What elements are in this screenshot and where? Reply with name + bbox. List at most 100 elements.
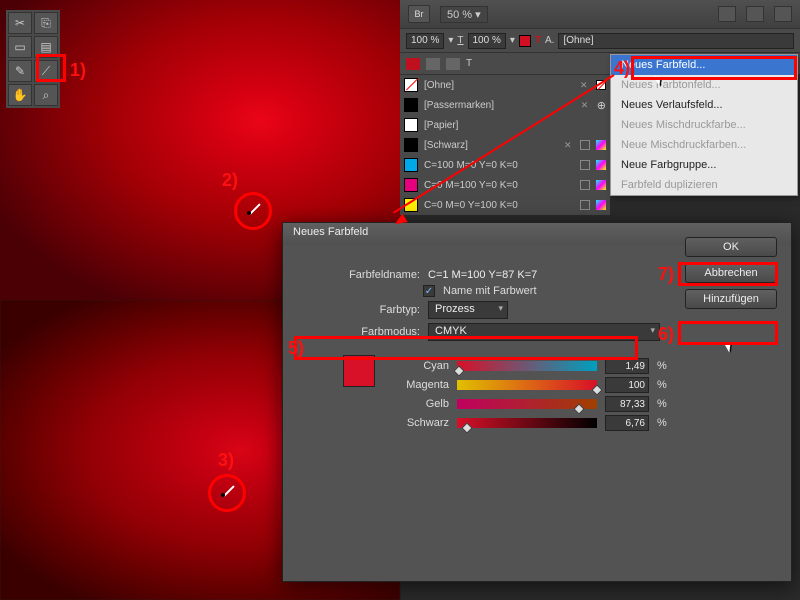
swatch-row-none[interactable]: [Ohne] <box>400 75 610 95</box>
rectangle-frame-tool[interactable]: ▭ <box>8 36 32 58</box>
dialog-buttons: OK Abbrechen Hinzufügen <box>685 237 777 309</box>
slider-thumb[interactable] <box>591 384 602 395</box>
swatches-flyout-menu: Neues Farbfeld... Neues Farbtonfeld... N… <box>610 54 798 196</box>
cyan-slider[interactable] <box>457 361 597 371</box>
black-value-field[interactable] <box>605 415 649 431</box>
menu-item-new-swatch[interactable]: Neues Farbfeld... <box>611 55 797 75</box>
slider-thumb[interactable] <box>461 422 472 433</box>
zoom-level[interactable]: 50 % ▾ <box>440 6 488 23</box>
swatch-label: C=100 M=0 Y=0 K=0 <box>424 160 574 171</box>
fill-proxy-icon[interactable] <box>406 58 420 70</box>
black-slider[interactable] <box>457 418 597 428</box>
black-swatch-icon <box>404 138 418 152</box>
gradient-swatch-tool[interactable]: ▤ <box>34 36 58 58</box>
swatch-row-cyan[interactable]: C=100 M=0 Y=0 K=0 <box>400 155 610 175</box>
t-underline-icon: T <box>457 35 463 46</box>
cyan-value-field[interactable] <box>605 358 649 374</box>
char-a-label: A. <box>545 35 554 46</box>
swatch-label: C=0 M=0 Y=100 K=0 <box>424 200 574 211</box>
cancel-button[interactable]: Abbrechen <box>685 263 777 283</box>
menu-item-new-mixed-ink[interactable]: Neues Mischdruckfarbe... <box>611 115 797 135</box>
slider-thumb[interactable] <box>453 365 464 376</box>
slider-thumb[interactable] <box>573 403 584 414</box>
name-with-value-checkbox[interactable]: ✓ <box>423 285 435 297</box>
menu-item-new-color-group[interactable]: Neue Farbgruppe... <box>611 155 797 175</box>
callout-label-7: 7) <box>658 264 674 285</box>
name-label: Farbfeldname: <box>325 269 420 281</box>
process-type-icon <box>580 180 590 190</box>
magenta-slider[interactable] <box>457 380 597 390</box>
paper-swatch-icon <box>404 118 418 132</box>
container-icon[interactable] <box>446 58 460 70</box>
yellow-slider[interactable] <box>457 399 597 409</box>
callout-label-3: 3) <box>218 450 234 471</box>
menu-item-new-gradient-swatch[interactable]: Neues Verlaufsfeld... <box>611 95 797 115</box>
percent-label: % <box>657 360 667 372</box>
eyedropper-cursor-sample-1 <box>248 202 262 216</box>
char-style-field[interactable]: [Ohne] <box>558 33 794 49</box>
process-type-icon <box>580 140 590 150</box>
text-proxy-icon[interactable]: T <box>466 58 472 69</box>
swatch-row-paper[interactable]: [Papier] <box>400 115 610 135</box>
swatch-row-magenta[interactable]: C=0 M=100 Y=0 K=0 <box>400 175 610 195</box>
stroke-proxy-icon[interactable] <box>426 58 440 70</box>
name-with-value-label: Name mit Farbwert <box>443 285 537 297</box>
yellow-label: Gelb <box>389 398 449 410</box>
eyedropper-tool[interactable]: ⟋ <box>34 60 58 82</box>
callout-label-4: 4) <box>614 58 630 79</box>
tools-palette: ✂ ⎘ ▭ ▤ ✎ ⟋ ✋ ⌕ <box>6 10 60 108</box>
registration-mark-icon: ⊕ <box>597 99 606 112</box>
swatch-row-yellow[interactable]: C=0 M=0 Y=100 K=0 <box>400 195 610 215</box>
color-mode-label: Farbmodus: <box>333 326 420 338</box>
chevron-down-icon[interactable]: ▾ <box>510 35 515 46</box>
scissors-tool[interactable]: ✂ <box>8 12 32 34</box>
view-options-icon[interactable] <box>718 6 736 22</box>
eyedropper-cursor-sample-2 <box>222 484 236 498</box>
percent-label: % <box>657 417 667 429</box>
swatch-label: [Schwarz] <box>424 140 558 151</box>
menu-item-duplicate-swatch[interactable]: Farbfeld duplizieren <box>611 175 797 195</box>
none-swatch-icon <box>404 78 418 92</box>
menu-item-new-mixed-ink-group[interactable]: Neue Mischdruckfarben... <box>611 135 797 155</box>
menu-item-new-tint-swatch[interactable]: Neues Farbtonfeld... <box>611 75 797 95</box>
chevron-down-icon: ▾ <box>475 9 481 21</box>
zoom-tool[interactable]: ⌕ <box>34 84 58 106</box>
horizontal-scale-field[interactable]: 100 % <box>406 33 444 49</box>
callout-label-5: 5) <box>288 338 304 359</box>
arrange-icon[interactable] <box>774 6 792 22</box>
lock-icon <box>564 140 574 150</box>
zoom-value: 50 % <box>447 9 472 21</box>
callout-label-2: 2) <box>222 170 238 191</box>
app-toolbar: Br 50 % ▾ <box>400 0 800 28</box>
percent-label: % <box>657 379 667 391</box>
hand-tool[interactable]: ✋ <box>8 84 32 106</box>
yellow-value-field[interactable] <box>605 396 649 412</box>
ok-button[interactable]: OK <box>685 237 777 257</box>
swatch-label: [Passermarken] <box>424 100 575 111</box>
black-label: Schwarz <box>389 417 449 429</box>
swatch-name-value: C=1 M=100 Y=87 K=7 <box>428 269 537 281</box>
swatch-row-black[interactable]: [Schwarz] <box>400 135 610 155</box>
character-formatting-row: 100 % ▾ T 100 % ▾ T A. [Ohne] <box>400 28 800 52</box>
add-button[interactable]: Hinzufügen <box>685 289 777 309</box>
cyan-label: Cyan <box>389 360 449 372</box>
color-preview-swatch <box>343 355 375 387</box>
t-fill-icon: T <box>535 35 541 46</box>
magenta-label: Magenta <box>389 379 449 391</box>
bridge-button[interactable]: Br <box>408 5 430 23</box>
color-mode-dropdown[interactable]: CMYK <box>428 323 660 341</box>
cmyk-mode-icon <box>596 200 606 210</box>
cmyk-mode-icon <box>596 160 606 170</box>
free-transform-tool[interactable]: ⎘ <box>34 12 58 34</box>
new-swatch-dialog: Neues Farbfeld Farbfeldname: C=1 M=100 Y… <box>282 222 792 582</box>
note-tool[interactable]: ✎ <box>8 60 32 82</box>
chevron-down-icon[interactable]: ▾ <box>448 35 453 46</box>
process-type-icon <box>580 200 590 210</box>
magenta-value-field[interactable] <box>605 377 649 393</box>
lock-icon <box>581 100 591 110</box>
color-type-dropdown[interactable]: Prozess <box>428 301 508 319</box>
vertical-scale-field[interactable]: 100 % <box>468 33 506 49</box>
magenta-swatch-icon <box>404 178 418 192</box>
screen-mode-icon[interactable] <box>746 6 764 22</box>
fill-swatch[interactable] <box>519 35 531 47</box>
